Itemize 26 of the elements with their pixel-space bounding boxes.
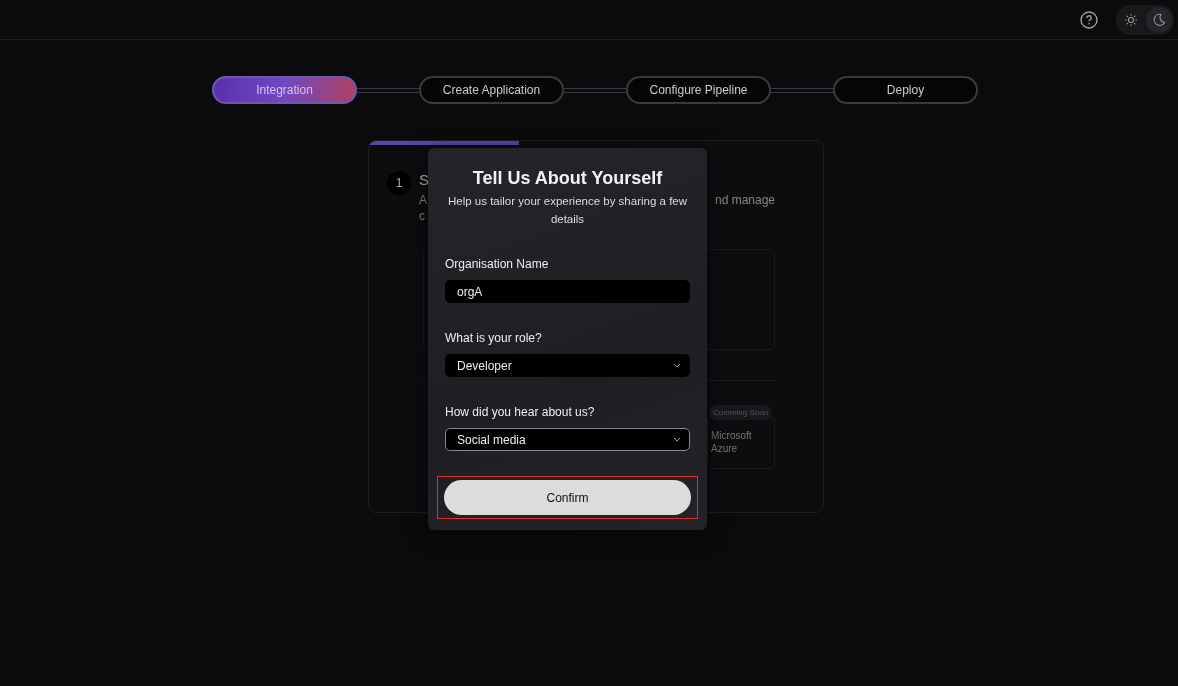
step-tab[interactable]: Configure Pipeline: [626, 76, 771, 104]
chevron-icon: [673, 437, 681, 442]
field-label: What is your role?: [445, 331, 543, 345]
input-field[interactable]: orgA: [445, 280, 690, 303]
dialog-subtitle: Help us tailor your experience by sharing a few details: [446, 194, 689, 227]
sun-icon: [1124, 12, 1138, 27]
provider-name: Microsoft Azure: [710, 429, 753, 455]
field-label: How did you hear about us?: [445, 405, 596, 419]
chevron-icon: [673, 363, 681, 368]
step-tab[interactable]: Integration: [212, 76, 357, 104]
help-icon[interactable]: [1080, 10, 1098, 29]
moon-icon: [1152, 12, 1166, 27]
step-tab[interactable]: Deploy: [833, 76, 978, 104]
field-label: Organisation Name: [445, 257, 550, 271]
step-number: 1: [387, 171, 411, 195]
description-text: c: [419, 209, 425, 225]
description-text: nd manage: [714, 193, 775, 209]
description-text: A: [419, 193, 427, 209]
dialog-title: Tell Us About Yourself: [471, 168, 664, 189]
step-tab[interactable]: Create Application: [419, 76, 564, 104]
step-title: S: [419, 171, 429, 188]
select-field[interactable]: Social media: [445, 428, 690, 451]
select-field[interactable]: Developer: [445, 354, 690, 377]
theme-option[interactable]: [1146, 6, 1172, 33]
theme-toggle[interactable]: [1116, 4, 1174, 35]
confirm-button[interactable]: Confirm: [444, 480, 691, 515]
